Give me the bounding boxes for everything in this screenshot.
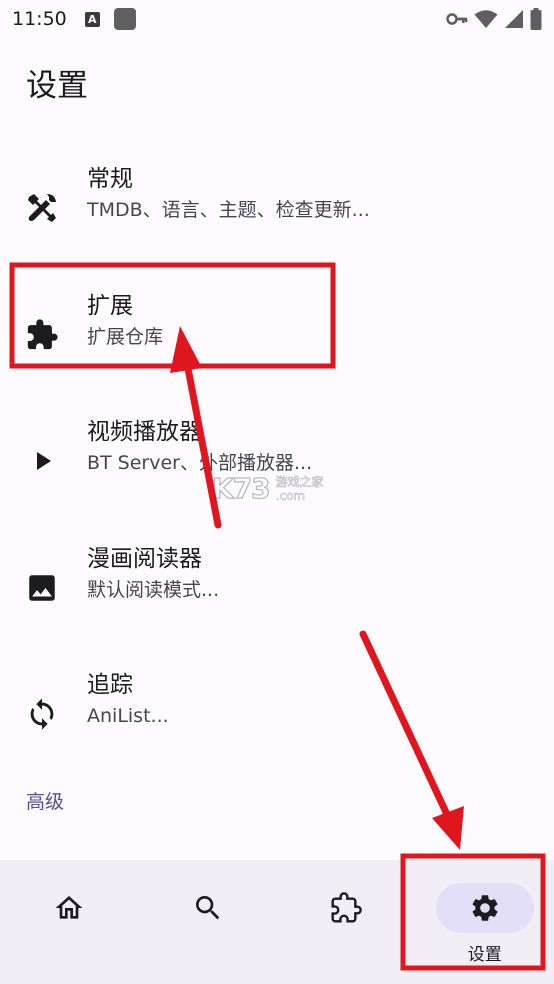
setting-item-video-player[interactable]: 视频播放器 BT Server、外部播放器... bbox=[0, 398, 554, 525]
setting-title: 视频播放器 bbox=[87, 419, 202, 445]
signal-icon bbox=[505, 10, 523, 28]
nav-label-settings: 设置 bbox=[467, 945, 502, 965]
nav-item-search[interactable] bbox=[139, 860, 278, 984]
play-icon bbox=[24, 443, 60, 479]
section-label-advanced: 高级 bbox=[26, 791, 65, 813]
battery-icon bbox=[530, 8, 542, 30]
image-icon bbox=[24, 570, 60, 606]
status-icons bbox=[446, 8, 542, 30]
watermark-domain: .com bbox=[275, 488, 306, 503]
setting-title: 漫画阅读器 bbox=[87, 545, 202, 572]
puzzle-icon bbox=[24, 317, 60, 353]
nav-item-home[interactable] bbox=[0, 860, 139, 984]
setting-subtitle: AniList... bbox=[87, 705, 169, 727]
tools-icon bbox=[24, 190, 60, 226]
setting-title: 扩展 bbox=[87, 292, 133, 319]
bottom-navigation: 设置 bbox=[0, 860, 554, 984]
setting-item-extensions[interactable]: 扩展 扩展仓库 bbox=[0, 272, 554, 399]
nav-item-extensions[interactable] bbox=[277, 860, 416, 984]
watermark-cn: 游戏之家 bbox=[275, 474, 324, 489]
setting-subtitle: TMDB、语言、主题、检查更新... bbox=[87, 199, 370, 221]
sync-icon bbox=[24, 696, 60, 732]
page-title: 设置 bbox=[26, 68, 88, 104]
search-icon bbox=[192, 892, 224, 924]
settings-list: 常规 TMDB、语言、主题、检查更新... 扩展 扩展仓库 视频播放器 BT S… bbox=[0, 145, 554, 778]
status-time: 11:50 bbox=[12, 8, 67, 30]
wifi-icon bbox=[474, 10, 498, 28]
setting-item-general[interactable]: 常规 TMDB、语言、主题、检查更新... bbox=[0, 145, 554, 272]
setting-subtitle: 默认阅读模式... bbox=[87, 578, 220, 601]
setting-item-manga-reader[interactable]: 漫画阅读器 默认阅读模式... bbox=[0, 525, 554, 652]
setting-subtitle: 扩展仓库 bbox=[87, 325, 164, 348]
watermark-logo: K73 bbox=[211, 471, 271, 505]
nav-item-settings[interactable]: 设置 bbox=[416, 860, 554, 984]
notification-a-icon: A bbox=[84, 11, 100, 27]
vpn-key-icon bbox=[446, 13, 468, 25]
watermark: K73 游戏之家 .com bbox=[211, 471, 324, 505]
gear-icon bbox=[469, 892, 501, 924]
home-icon bbox=[53, 892, 85, 924]
notification-square-icon bbox=[113, 8, 136, 30]
setting-item-tracking[interactable]: 追踪 AniList... bbox=[0, 651, 554, 778]
setting-title: 常规 bbox=[87, 166, 133, 192]
setting-title: 追踪 bbox=[87, 672, 133, 698]
status-bar: 11:50 A bbox=[0, 0, 554, 38]
extension-icon bbox=[330, 892, 363, 924]
